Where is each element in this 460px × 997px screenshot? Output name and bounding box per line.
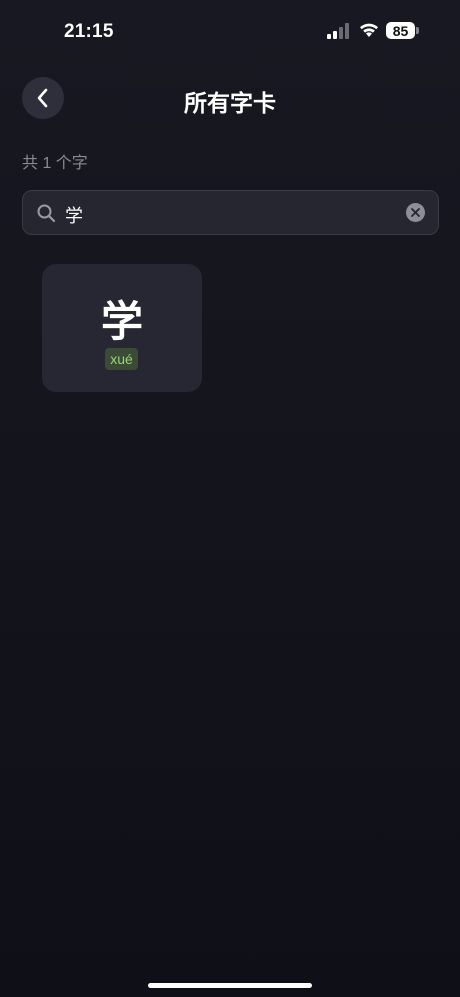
card-character: 学 [100, 298, 143, 345]
home-indicator[interactable] [148, 983, 312, 988]
character-count: 共 1 个字 [22, 155, 88, 172]
clear-circle-icon[interactable] [406, 203, 425, 222]
pinyin-badge: xué [105, 348, 138, 370]
status-time: 21:15 [64, 21, 114, 42]
battery-cap [416, 27, 419, 34]
close-icon [411, 208, 420, 217]
battery-level: 85 [392, 22, 409, 39]
wifi-icon [360, 23, 378, 37]
search-field[interactable]: 学 [22, 190, 439, 235]
search-input[interactable]: 学 [65, 202, 83, 228]
search-icon [37, 204, 56, 223]
status-bar: 21:15 85 [0, 0, 460, 60]
character-card[interactable]: 学 xué [42, 264, 202, 392]
page-title: 所有字卡 [184, 90, 276, 116]
cellular-signal-icon [327, 23, 349, 39]
battery-indicator: 85 [386, 22, 415, 39]
